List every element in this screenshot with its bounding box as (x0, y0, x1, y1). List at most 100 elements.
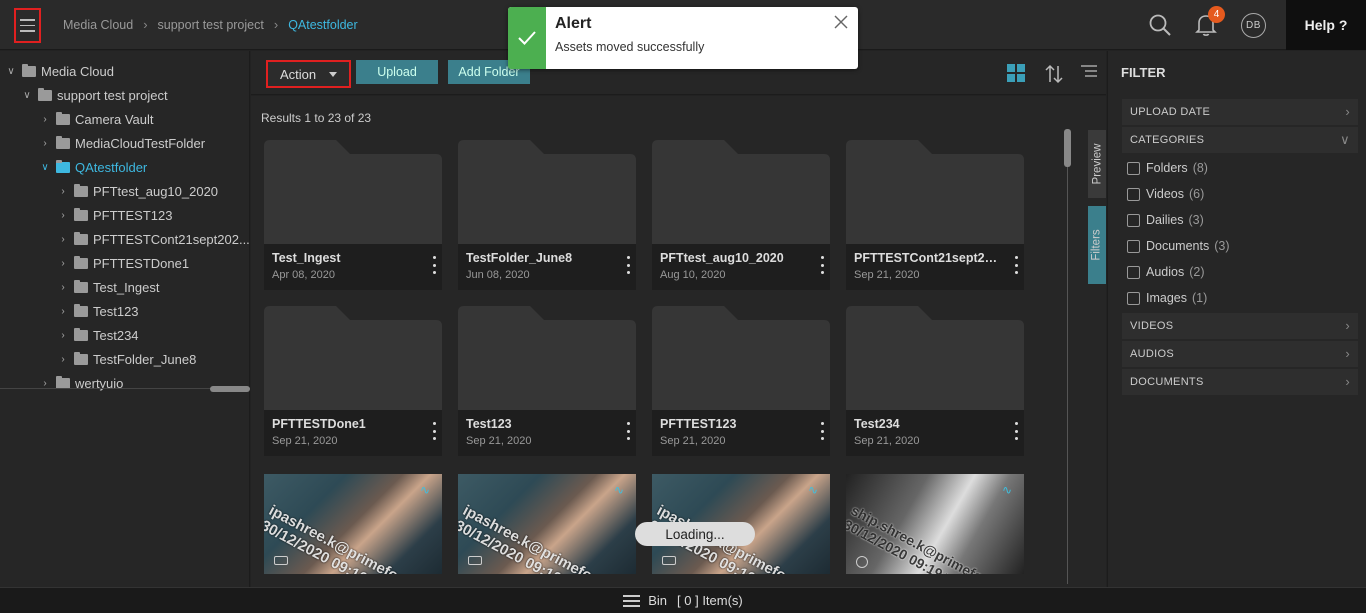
more-options-icon[interactable] (818, 422, 826, 440)
more-options-icon[interactable] (1012, 256, 1020, 274)
sort-icon[interactable] (1045, 64, 1063, 87)
filter-checkbox-images[interactable]: Images (1) (1127, 289, 1207, 307)
more-options-icon[interactable] (430, 256, 438, 274)
folder-card[interactable]: PFTTESTDone1 Sep 21, 2020 (264, 306, 442, 456)
close-icon[interactable] (834, 15, 848, 32)
tree-item-mediacloudtestfolder[interactable]: › MediaCloudTestFolder (38, 132, 205, 154)
tree-item-label: QAtestfolder (75, 159, 148, 175)
activity-icon: ∿ (1001, 483, 1012, 497)
chevron-right-icon: › (273, 17, 279, 32)
tree-item-camera-vault[interactable]: › Camera Vault (38, 108, 154, 130)
tree-item-pfttestdone1[interactable]: › PFTTESTDone1 (56, 252, 189, 274)
filter-section-videos[interactable]: VIDEOS › (1122, 313, 1358, 339)
avatar[interactable]: DB (1241, 12, 1266, 38)
filter-checkbox-dailies[interactable]: Dailies (3) (1127, 211, 1204, 229)
tree-item-wertyuio[interactable]: › wertyuio (38, 372, 123, 394)
upload-button[interactable]: Upload (356, 60, 438, 84)
tree-item-qatestfolder[interactable]: ∨ QAtestfolder (38, 156, 147, 178)
more-options-icon[interactable] (624, 422, 632, 440)
tree-item-test-ingest[interactable]: › Test_Ingest (56, 276, 160, 298)
tree-item-media-cloud[interactable]: ∨ Media Cloud (4, 60, 114, 82)
bin-bar[interactable]: Bin [ 0 ] Item(s) (0, 587, 1366, 613)
bin-menu-icon (623, 594, 641, 607)
chevron-right-icon: › (61, 209, 65, 221)
filter-section-audios[interactable]: AUDIOS › (1122, 341, 1358, 367)
tree-item-pfttest123[interactable]: › PFTTEST123 (56, 204, 172, 226)
filter-section-documents[interactable]: DOCUMENTS › (1122, 369, 1358, 395)
action-label: Action (280, 66, 317, 82)
video-camera-icon (662, 556, 676, 565)
bin-label: Bin (648, 593, 668, 608)
checkbox[interactable] (1127, 213, 1140, 227)
folder-card[interactable]: Test123 Sep 21, 2020 (458, 306, 636, 456)
alert-title: Alert (555, 15, 592, 32)
menu-icon[interactable] (14, 8, 41, 43)
chevron-right-icon: › (1345, 104, 1350, 119)
checkbox[interactable] (1127, 239, 1140, 253)
chevron-right-icon: › (61, 353, 65, 365)
activity-icon: ∿ (419, 483, 430, 497)
search-icon[interactable] (1137, 0, 1183, 50)
tree-item-label: Test234 (93, 327, 139, 343)
filter-checkbox-videos[interactable]: Videos (6) (1127, 185, 1204, 203)
chevron-right-icon: › (1345, 374, 1350, 389)
more-options-icon[interactable] (430, 422, 438, 440)
action-dropdown[interactable]: Action (266, 60, 351, 88)
filter-checkbox-audios[interactable]: Audios (2) (1127, 263, 1205, 281)
folder-card[interactable]: PFTtest_aug10_2020 Aug 10, 2020 (652, 140, 830, 290)
filter-checkbox-documents[interactable]: Documents (3) (1127, 237, 1230, 255)
folder-card[interactable]: PFTTEST123 Sep 21, 2020 (652, 306, 830, 456)
more-options-icon[interactable] (1012, 422, 1020, 440)
video-thumbnail[interactable]: ipashree.k@primefocus.c30/12/2020 09:16+… (458, 474, 636, 574)
folder-card[interactable]: TestFolder_June8 Jun 08, 2020 (458, 140, 636, 290)
video-thumbnail[interactable]: ipashree.k@primefocus.c30/12/2020 09:16+… (264, 474, 442, 574)
tree-item-testfolder-june8[interactable]: › TestFolder_June8 (56, 348, 196, 370)
help-button[interactable]: Help ? (1286, 0, 1366, 50)
tree-item-support-test-project[interactable]: ∨ support test project (20, 84, 168, 106)
filter-section-categories[interactable]: CATEGORIES ∨ (1122, 127, 1358, 153)
video-thumbnail[interactable]: ship.shree.k@primefocus.com30/12/2020 09… (846, 474, 1024, 574)
tree-item-test234[interactable]: › Test234 (56, 324, 139, 346)
vertical-scrollbar[interactable] (1064, 129, 1071, 167)
chevron-right-icon: › (1345, 318, 1350, 333)
folder-card[interactable]: PFTTESTCont21sept202... Sep 21, 2020 (846, 140, 1024, 290)
folder-card[interactable]: Test234 Sep 21, 2020 (846, 306, 1024, 456)
tree-item-pfttestcont21sept[interactable]: › PFTTESTCont21sept202... (56, 228, 250, 250)
bell-icon[interactable]: 4 (1183, 0, 1229, 50)
checkbox[interactable] (1127, 265, 1140, 279)
folder-date: Sep 21, 2020 (272, 435, 338, 447)
filter-section-upload-date[interactable]: UPLOAD DATE › (1122, 99, 1358, 125)
folder-icon (74, 231, 88, 245)
breadcrumb-item[interactable]: support test project (158, 18, 264, 32)
checkbox[interactable] (1127, 291, 1140, 305)
activity-icon: ∿ (807, 483, 818, 497)
tab-filters[interactable]: Filters (1088, 206, 1106, 284)
tree-item-test123[interactable]: › Test123 (56, 300, 139, 322)
filter-checkbox-folders[interactable]: Folders (8) (1127, 159, 1208, 177)
checkbox[interactable] (1127, 187, 1140, 201)
folder-icon (74, 255, 88, 269)
list-view-icon[interactable] (1081, 64, 1099, 83)
grid-view-icon[interactable] (1007, 64, 1025, 85)
tree-item-pfttest-aug10[interactable]: › PFTtest_aug10_2020 (56, 180, 218, 202)
folder-card[interactable]: Test_Ingest Apr 08, 2020 (264, 140, 442, 290)
folder-icon (56, 375, 70, 389)
tree-item-label: PFTtest_aug10_2020 (93, 183, 219, 199)
chevron-right-icon: › (1345, 346, 1350, 361)
folder-name: Test123 (466, 417, 512, 431)
tree-item-label: Camera Vault (75, 111, 154, 127)
checkbox[interactable] (1127, 161, 1140, 175)
activity-icon: ∿ (613, 483, 624, 497)
tree-item-label: PFTTESTDone1 (93, 255, 190, 271)
chevron-right-icon: › (43, 113, 47, 125)
breadcrumb-item[interactable]: Media Cloud (63, 18, 133, 32)
horizontal-scrollbar[interactable] (210, 386, 250, 392)
folder-icon (74, 303, 88, 317)
check-icon (508, 7, 546, 69)
chevron-down-icon: ∨ (23, 89, 31, 101)
more-options-icon[interactable] (624, 256, 632, 274)
more-options-icon[interactable] (818, 256, 826, 274)
folder-icon (56, 111, 70, 125)
tab-preview[interactable]: Preview (1088, 130, 1106, 198)
folder-icon (846, 140, 1024, 244)
